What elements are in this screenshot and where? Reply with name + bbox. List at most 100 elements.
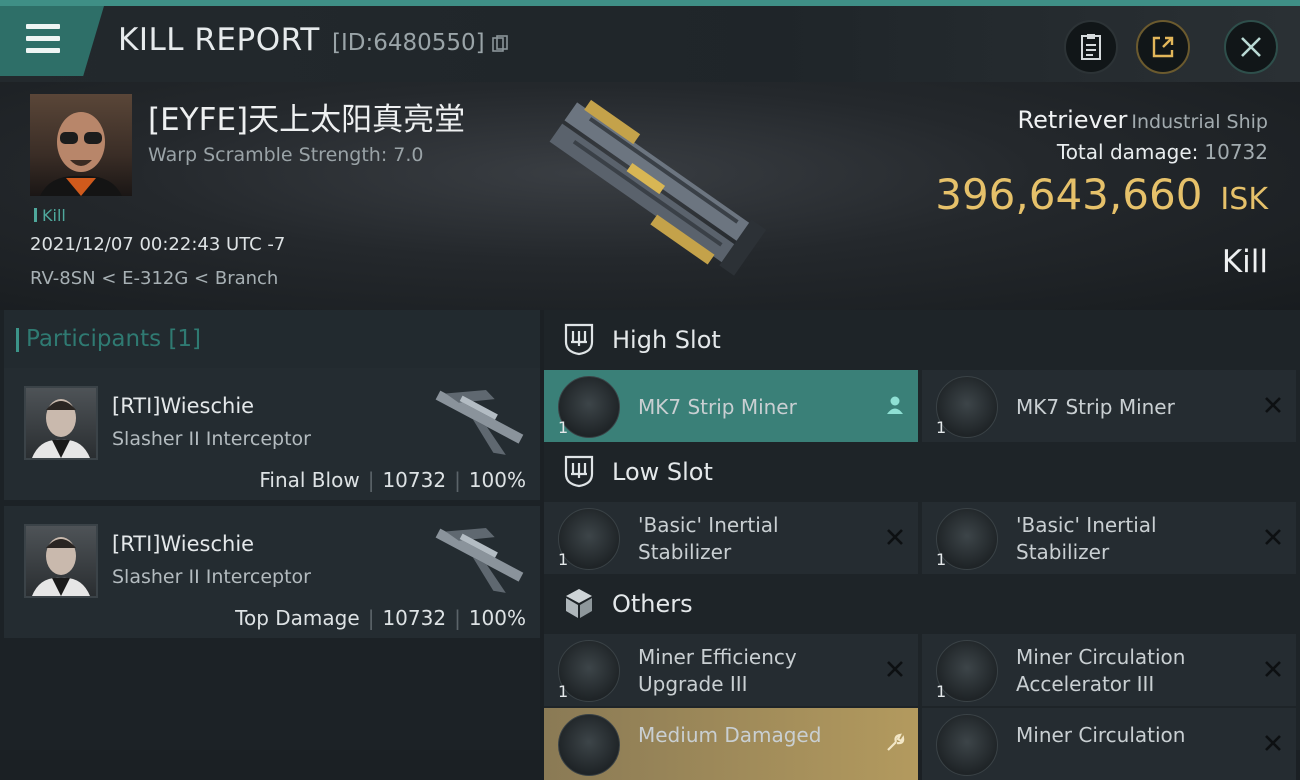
isk-unit: ISK	[1220, 182, 1268, 217]
isk-value: 396,643,660 ISK	[935, 170, 1268, 219]
report-id: [ID:6480550]	[332, 30, 485, 56]
kill-timestamp: 2021/12/07 00:22:43 UTC -7	[30, 234, 286, 255]
module-slot[interactable]: 1 Miner Efficiency Upgrade III	[544, 634, 918, 706]
module-quantity: 1	[936, 418, 947, 437]
participants-header: Participants [1]	[4, 310, 540, 368]
participant-stats: Top Damage | 10732 | 100%	[235, 606, 526, 630]
module-name: MK7 Strip Miner	[1016, 395, 1175, 419]
rig-module-icon	[936, 714, 998, 776]
module-quantity: 1	[558, 682, 569, 701]
share-icon	[1152, 36, 1174, 58]
victim-summary: [EYFE]天上太阳真亮堂 Warp Scramble Strength: 7.…	[0, 82, 1300, 310]
participant-ship: Slasher II Interceptor	[112, 566, 311, 588]
fittings-panel: High Slot 1 MK7 Strip Miner 1 MK7 Strip …	[544, 310, 1300, 780]
high-slot-label: High Slot	[612, 326, 721, 354]
module-name: Medium Damaged	[638, 723, 822, 747]
wrench-icon	[887, 733, 905, 751]
kill-tag: Kill	[34, 206, 66, 225]
rig-module-icon	[558, 714, 620, 776]
warp-scramble-strength: Warp Scramble Strength: 7.0	[148, 144, 424, 166]
copy-icon[interactable]	[492, 35, 508, 53]
avatar	[24, 386, 98, 460]
module-slot[interactable]: 1 'Basic' Inertial Stabilizer	[922, 502, 1296, 574]
others-header: Others	[544, 574, 1300, 636]
destroyed-x-icon	[1265, 661, 1281, 677]
cube-icon	[566, 589, 592, 618]
module-slot[interactable]: 1 MK7 Strip Miner	[544, 370, 918, 442]
close-button[interactable]	[1224, 20, 1278, 74]
participant-name[interactable]: [RTI]Wieschie	[112, 394, 254, 418]
user-icon	[887, 396, 903, 414]
participant-ship: Slasher II Interceptor	[112, 428, 311, 450]
pilot-avatar-icon	[40, 112, 122, 196]
victim-name[interactable]: [EYFE]天上太阳真亮堂	[148, 94, 465, 139]
participant-damage: 10732	[382, 468, 447, 492]
participant-damage: 10732	[382, 606, 447, 630]
total-damage-value: 10732	[1204, 140, 1268, 164]
menu-button[interactable]	[0, 6, 104, 76]
low-slot-header: Low Slot	[544, 442, 1300, 504]
ship-class: Industrial Ship	[1131, 111, 1268, 133]
avatar	[24, 524, 98, 598]
retriever-ship-icon	[549, 99, 767, 276]
module-quantity: 1	[558, 418, 569, 437]
module-slot[interactable]: 1 MK7 Strip Miner	[922, 370, 1296, 442]
clipboard-icon	[1081, 34, 1101, 60]
kill-result: Kill	[1221, 244, 1268, 280]
isk-amount: 396,643,660	[935, 170, 1203, 219]
module-name: 'Basic' Inertial Stabilizer	[638, 513, 779, 564]
victim-portrait[interactable]	[30, 94, 132, 196]
participant-stats: Final Blow | 10732 | 100%	[259, 468, 526, 492]
close-icon	[1241, 37, 1261, 57]
high-slot-header: High Slot	[544, 310, 1300, 372]
module-quantity: 1	[558, 550, 569, 569]
destroyed-x-icon	[887, 529, 903, 545]
clipboard-button[interactable]	[1064, 20, 1118, 74]
participant-percent: 100%	[468, 606, 526, 630]
divider: |	[367, 606, 375, 630]
kill-location[interactable]: RV-8SN < E-312G < Branch	[30, 268, 278, 289]
low-slot-label: Low Slot	[612, 458, 713, 486]
participants-panel: Participants [1] [RTI]Wieschie Slasher I…	[0, 310, 540, 750]
participant-card[interactable]: [RTI]Wieschie Slasher II Interceptor Top…	[4, 506, 540, 638]
high-slot-icon	[564, 323, 594, 356]
module-name: Miner Efficiency Upgrade III	[638, 645, 797, 696]
participant-role: Final Blow	[259, 468, 360, 492]
destroyed-x-icon	[1265, 397, 1281, 413]
participant-name[interactable]: [RTI]Wieschie	[112, 532, 254, 556]
others-label: Others	[612, 590, 693, 618]
divider: |	[454, 606, 461, 630]
participant-card[interactable]: [RTI]Wieschie Slasher II Interceptor Fin…	[4, 368, 540, 500]
module-slot[interactable]: 1 Miner Circulation Accelerator III	[922, 634, 1296, 706]
destroyed-x-icon	[1265, 735, 1281, 751]
total-damage: Total damage: 10732	[1057, 140, 1268, 164]
pilot-avatar-icon	[32, 537, 90, 596]
share-button[interactable]	[1136, 20, 1190, 74]
module-quantity: 1	[936, 682, 947, 701]
module-slot[interactable]: Miner Circulation	[922, 708, 1296, 780]
page-title: KILL REPORT	[118, 22, 320, 58]
slasher-ship-icon	[435, 389, 524, 455]
participants-title: Participants [1]	[16, 326, 201, 352]
participant-percent: 100%	[468, 468, 526, 492]
module-slot[interactable]: 1 'Basic' Inertial Stabilizer	[544, 502, 918, 574]
module-name: Miner Circulation Accelerator III	[1016, 645, 1186, 696]
module-quantity: 1	[936, 550, 947, 569]
hamburger-icon	[26, 24, 60, 54]
module-name: Miner Circulation	[1016, 723, 1186, 747]
header-bar: KILL REPORT [ID:6480550]	[0, 6, 1300, 82]
total-damage-label: Total damage:	[1056, 140, 1199, 164]
divider: |	[367, 468, 375, 492]
participant-role: Top Damage	[235, 606, 360, 630]
destroyed-x-icon	[887, 661, 903, 677]
ship-name[interactable]: Retriever	[1017, 106, 1127, 134]
slasher-ship-icon	[435, 527, 524, 593]
module-name: 'Basic' Inertial Stabilizer	[1016, 513, 1157, 564]
divider: |	[454, 468, 461, 492]
module-name: MK7 Strip Miner	[638, 395, 797, 419]
module-slot[interactable]: Medium Damaged	[544, 708, 918, 780]
low-slot-icon	[564, 455, 594, 488]
victim-ship: Retriever Industrial Ship	[1017, 106, 1268, 134]
destroyed-x-icon	[1265, 529, 1281, 545]
pilot-avatar-icon	[32, 399, 90, 458]
